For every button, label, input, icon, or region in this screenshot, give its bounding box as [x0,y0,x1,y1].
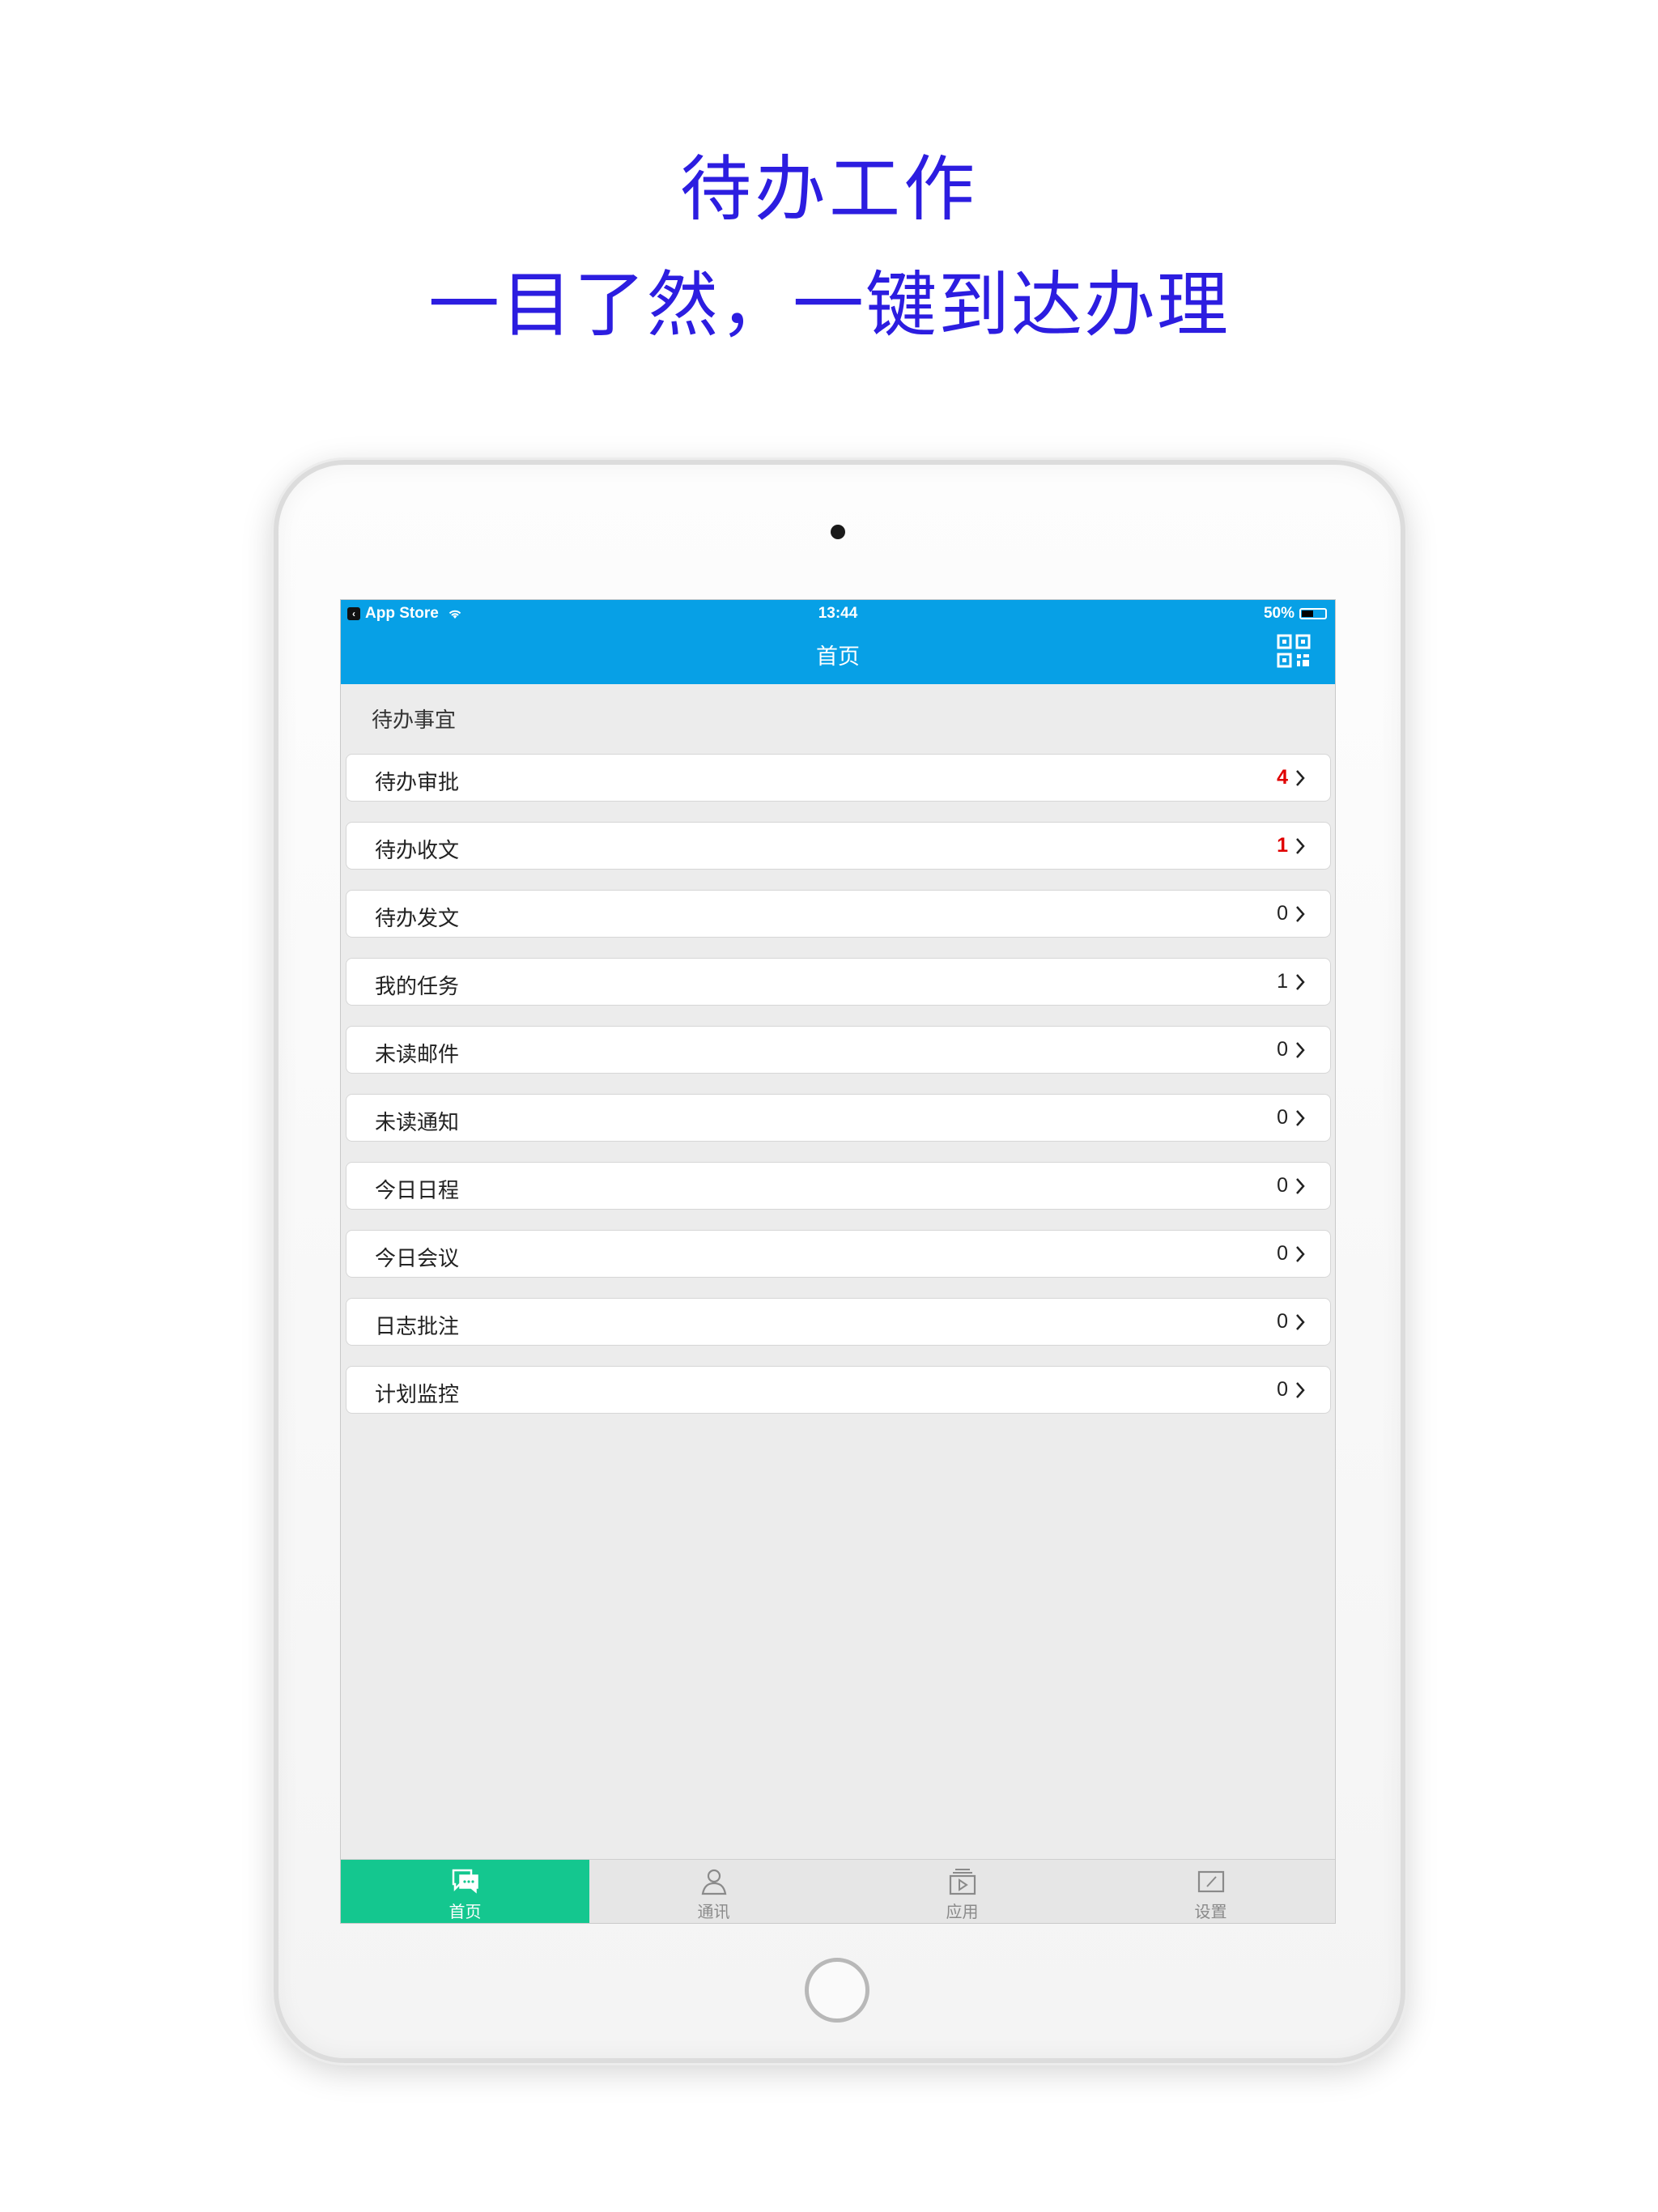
chevron-right-icon [1296,770,1305,786]
chevron-right-icon [1296,974,1305,990]
home-button[interactable] [805,1958,869,2023]
chevron-right-icon [1296,906,1305,922]
list-item-label: 计划监控 [375,1383,460,1407]
list-item-label: 待办收文 [375,839,460,863]
list-item[interactable]: 待办收文 1 [346,822,1331,870]
list-item-label: 我的任务 [375,975,460,999]
battery-icon [1299,608,1327,619]
promo-title: 待办工作 [679,147,978,231]
list-item-label: 未读邮件 [375,1043,460,1067]
chat-bubble-icon [452,1869,478,1894]
list-item-count: 1 [1277,834,1288,857]
section-title: 待办事宜 [372,708,457,733]
edit-box-icon [1197,1870,1224,1893]
list-item-count: 0 [1277,1310,1288,1333]
chevron-right-icon [1296,1382,1305,1398]
play-box-icon [949,1869,976,1895]
battery-indicator: 50% [1264,605,1327,623]
list-item-count: 0 [1277,1242,1288,1265]
list-item[interactable]: 日志批注 0 [346,1298,1331,1346]
status-time: 13:44 [818,605,858,622]
list-item-count: 4 [1277,766,1288,789]
list-item-label: 今日日程 [375,1179,460,1203]
app-screen: ‹ App Store 13:44 50% 首页 待办事宜 待办审批 4 待办收… [340,599,1336,1924]
tab-label: 通讯 [697,1902,730,1921]
list-item-count: 0 [1277,1106,1288,1129]
list-item-label: 今日会议 [375,1247,460,1271]
list-item[interactable]: 今日日程 0 [346,1162,1331,1210]
chevron-right-icon [1296,1042,1305,1058]
list-item-label: 未读通知 [375,1111,460,1135]
tab-label: 应用 [946,1902,979,1921]
promo-subtitle: 一目了然，一键到达办理 [427,263,1230,347]
list-item-count: 0 [1277,902,1288,925]
list-item-count: 0 [1277,1038,1288,1061]
list-item[interactable]: 我的任务 1 [346,958,1331,1006]
list-item-count: 0 [1277,1174,1288,1197]
camera-icon [831,525,845,539]
list-item-label: 待办发文 [375,907,460,931]
navigation-bar: ‹ App Store 13:44 50% 首页 [341,600,1335,684]
tab-bar: 首页 通讯 应用 设置 [341,1859,1335,1923]
list-item-label: 待办审批 [375,771,460,795]
chevron-right-icon [1296,1314,1305,1330]
list-item-count: 0 [1277,1378,1288,1401]
list-item-count: 1 [1277,970,1288,993]
list-item[interactable]: 未读邮件 0 [346,1026,1331,1074]
status-bar: ‹ App Store 13:44 50% [341,600,1335,626]
page-title: 首页 [816,644,860,670]
tab-contacts[interactable]: 通讯 [589,1860,838,1923]
list-item-label: 日志批注 [375,1315,460,1339]
chevron-right-icon [1296,1110,1305,1126]
tab-label: 设置 [1194,1902,1227,1921]
list-item[interactable]: 计划监控 0 [346,1366,1331,1414]
person-icon [701,1869,726,1895]
list-item[interactable]: 待办发文 0 [346,890,1331,938]
list-item[interactable]: 未读通知 0 [346,1094,1331,1142]
qr-code-icon[interactable] [1277,634,1311,668]
chevron-right-icon [1296,838,1305,854]
chevron-right-icon [1296,1246,1305,1262]
chevron-right-icon [1296,1178,1305,1194]
list-item[interactable]: 今日会议 0 [346,1230,1331,1278]
battery-percent: 50% [1263,605,1295,622]
tab-label: 首页 [449,1902,482,1921]
list-item[interactable]: 待办审批 4 [346,754,1331,802]
tab-settings[interactable]: 设置 [1086,1860,1335,1923]
tab-apps[interactable]: 应用 [838,1860,1086,1923]
tab-home[interactable]: 首页 [341,1860,589,1923]
